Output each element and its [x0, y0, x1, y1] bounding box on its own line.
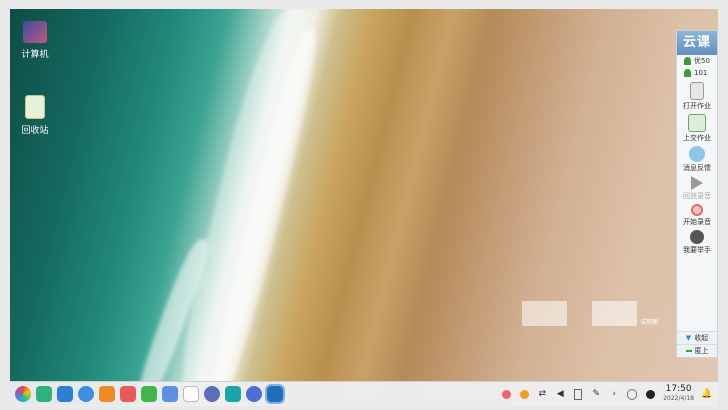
trial-watermark-text: 试用期 — [640, 319, 659, 326]
message-feedback-button[interactable]: 消息反馈 — [677, 146, 717, 173]
collapse-panel-button[interactable]: ▼ 收起 — [677, 331, 717, 344]
upload-icon — [688, 114, 706, 132]
document-viewer-icon[interactable] — [162, 386, 178, 402]
desktop-wallpaper: 计算机 回收站 试用期 — [10, 9, 718, 405]
music-icon[interactable] — [141, 386, 157, 402]
file-manager-icon[interactable] — [57, 386, 73, 402]
hand-icon — [690, 230, 704, 244]
computer-desktop-icon[interactable]: 计算机 — [10, 21, 60, 60]
arrow-down-icon: ▼ — [685, 334, 692, 342]
open-homework-button[interactable]: 打开作业 — [677, 82, 717, 111]
chevron-right-icon[interactable]: › — [609, 389, 619, 399]
play-icon — [691, 176, 703, 190]
network-app-icon[interactable] — [246, 386, 262, 402]
battery-icon[interactable] — [573, 388, 583, 400]
person-icon — [684, 69, 691, 77]
volume-icon[interactable]: ◀ — [555, 389, 565, 399]
clock-date: 2022/4/18 — [663, 395, 694, 402]
watermark-block — [592, 301, 637, 326]
minimize-panel-button[interactable]: 匿上 — [677, 344, 717, 357]
app-store-icon[interactable] — [99, 386, 115, 402]
calendar-icon[interactable] — [183, 386, 199, 402]
record-icon — [691, 204, 703, 216]
minus-icon — [685, 350, 692, 352]
notification-tray-icon[interactable] — [519, 389, 529, 399]
notification-bell-icon[interactable]: 🔔 — [701, 389, 712, 399]
video-icon[interactable] — [225, 386, 241, 402]
submit-homework-button[interactable]: 上交作业 — [677, 114, 717, 143]
panel-footer: ▼ 收起 匿上 — [677, 331, 717, 357]
pen-icon[interactable]: ✎ — [591, 389, 601, 399]
clock-time: 17:50 — [665, 384, 692, 394]
clock[interactable]: 17:50 2022/4/18 — [663, 385, 694, 403]
recycle-bin-icon — [25, 95, 45, 119]
recycle-bin-label: 回收站 — [21, 126, 49, 136]
taskbar: ⇄ ◀ ✎ › 17:50 2022/4/18 🔔 — [10, 381, 718, 406]
panel-logo: 云课 — [677, 31, 717, 55]
launcher-icon[interactable] — [15, 386, 31, 402]
computer-icon — [23, 21, 47, 43]
start-recording-button[interactable]: 开始录音 — [677, 204, 717, 227]
classroom-side-panel: 云课 优50 101 打开作业 上交作业 消息反馈 回放录音 开始录音 我要举手… — [676, 30, 718, 358]
chat-bubble-icon — [689, 146, 705, 162]
status-circle-icon[interactable] — [627, 388, 638, 400]
computer-label: 计算机 — [21, 50, 49, 60]
watermark-block — [522, 301, 567, 326]
document-icon — [690, 82, 704, 100]
person-icon — [684, 57, 691, 65]
replay-recording-button[interactable]: 回放录音 — [677, 176, 717, 201]
panel-stat-score: 优50 — [677, 55, 717, 67]
recycle-bin-desktop-icon[interactable]: 回收站 — [10, 95, 60, 136]
network-arrows-icon[interactable]: ⇄ — [537, 389, 547, 399]
power-icon[interactable] — [645, 389, 655, 399]
user-tray-icon[interactable] — [501, 389, 511, 399]
active-app-icon[interactable] — [265, 384, 285, 404]
image-viewer-icon[interactable] — [120, 386, 136, 402]
multitask-view-icon[interactable] — [36, 386, 52, 402]
settings-icon[interactable] — [204, 386, 220, 402]
panel-stat-count: 101 — [677, 67, 717, 79]
browser-icon[interactable] — [78, 386, 94, 402]
raise-hand-button[interactable]: 我要举手 — [677, 230, 717, 255]
